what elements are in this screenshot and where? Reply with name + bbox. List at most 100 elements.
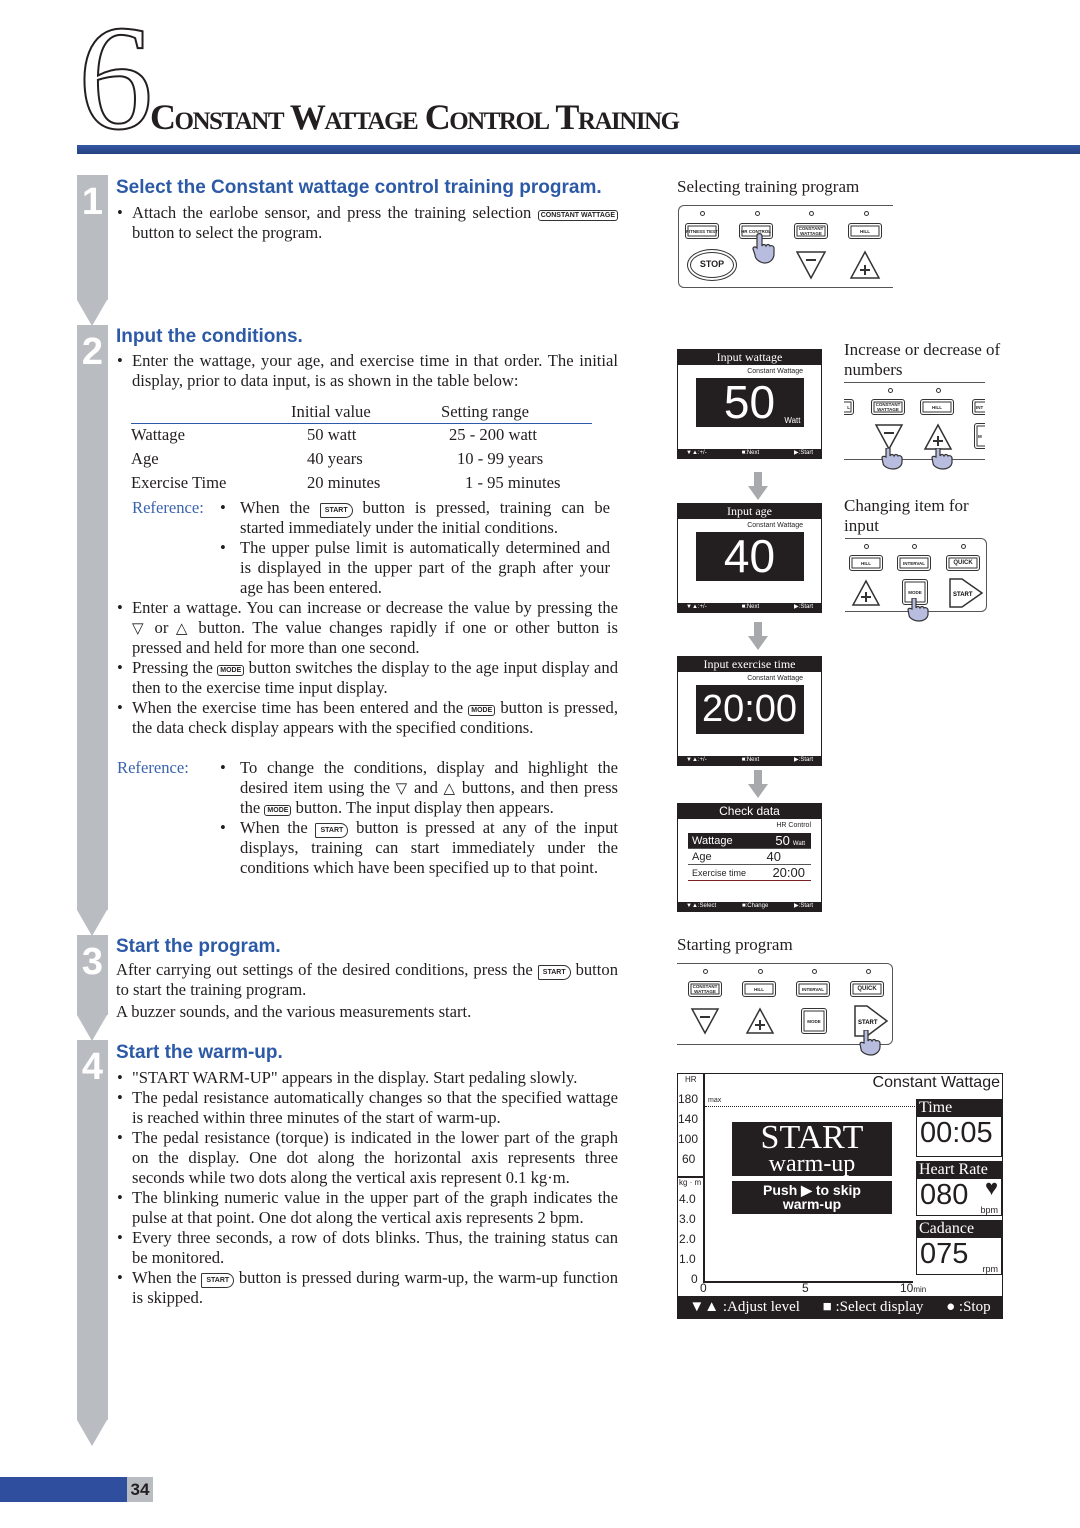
plus-triangle-icon[interactable] <box>923 423 953 451</box>
footer-item: ▼▲:+/- <box>686 450 707 456</box>
hr-axis-ticks: 180 140 100 60 <box>678 1089 698 1169</box>
heart-rate-unit: bpm <box>980 1205 998 1215</box>
tick-label: 100 <box>678 1132 699 1146</box>
table-row: Wattage 50 watt 25 - 200 watt <box>131 423 592 447</box>
bullet-item: Enter a wattage. You can increase or dec… <box>117 598 618 658</box>
step-number: 4 <box>81 1046 104 1088</box>
text: A buzzer sounds, and the various measure… <box>116 1002 472 1021</box>
bullet-item: Pressing the MODE button switches the di… <box>117 658 618 698</box>
plus-triangle-icon[interactable] <box>745 1007 775 1035</box>
text: When the <box>240 818 316 837</box>
stop-button[interactable]: STOP <box>687 249 737 281</box>
screen-title: Check data <box>678 804 821 819</box>
reference-1: When the START button is pressed, traini… <box>220 498 610 598</box>
bullet-item: Enter the wattage, your age, and exercis… <box>117 351 618 391</box>
mode-button[interactable]: MODE <box>801 1008 827 1034</box>
screen-unit: Watt <box>784 416 801 425</box>
console-incdec: L CONSTANT WATTAGE HILL INT M <box>844 382 985 460</box>
bullet-item: To change the conditions, display and hi… <box>220 758 618 818</box>
screen-input-exercise-time: Input exercise time Constant Wattage 20:… <box>677 656 822 766</box>
cadence-box: 075 rpm <box>916 1237 1002 1275</box>
step-1-arrow <box>77 300 107 326</box>
tick-label: 5 <box>802 1281 809 1295</box>
footer-item: ■:Next <box>741 757 760 763</box>
quick-button[interactable]: QUICK <box>850 981 884 997</box>
fitness-test-button[interactable]: FITNESS TEST <box>685 223 719 239</box>
check-row: Wattage 50 Watt <box>688 833 811 849</box>
row-value: 40 <box>766 849 781 864</box>
max-label: max <box>708 1097 722 1104</box>
step-number: 2 <box>81 331 104 373</box>
program-button[interactable]: L <box>844 399 854 415</box>
check-row: Exercise time 20:00 <box>688 865 811 881</box>
footer-item: ● :Stop <box>946 1299 991 1315</box>
constant-wattage-button[interactable]: CONSTANT WATTAGE <box>688 981 722 997</box>
minus-triangle-icon[interactable] <box>874 423 904 451</box>
minus-triangle-icon[interactable] <box>690 1007 720 1035</box>
tick-label: 3.0 <box>679 1212 696 1226</box>
start-button-icon: START <box>201 1273 235 1288</box>
hill-button[interactable]: HILL <box>920 399 954 415</box>
heart-rate-value: 080 <box>920 1179 969 1211</box>
text: The pedal resistance automatically chang… <box>132 1088 618 1127</box>
cell: 1 - 95 minutes <box>465 473 561 492</box>
bullet-item: The pedal resistance (torque) is indicat… <box>117 1128 618 1188</box>
cell: 40 years <box>307 449 363 468</box>
footer-item: ▼▲:+/- <box>686 757 707 763</box>
hand-pointer-icon <box>752 233 775 264</box>
mode-button[interactable]: M <box>974 423 985 449</box>
down-arrow-icon <box>748 770 768 798</box>
console-select: FITNESS TEST HR CONTROL CONSTANT WATTAGE… <box>678 205 893 288</box>
constant-wattage-button[interactable]: CONSTANT WATTAGE <box>871 399 905 415</box>
max-line <box>705 1106 915 1107</box>
hill-button[interactable]: HILL <box>742 981 776 997</box>
row-label: Exercise time <box>692 868 747 878</box>
cell: Wattage <box>131 425 185 445</box>
cadence-label: Cadance <box>916 1220 1002 1237</box>
minus-triangle-icon: ▽ <box>132 621 147 637</box>
plus-triangle-icon[interactable] <box>849 250 881 280</box>
text: The upper pulse limit is automatically d… <box>240 538 610 597</box>
screen-footer: ▼▲:+/- ■:Next ▶:Start <box>678 756 821 765</box>
plus-triangle-icon[interactable] <box>851 579 881 607</box>
start-warmup-box: START warm-up <box>732 1121 892 1176</box>
cell: Age <box>131 449 159 468</box>
tick-label: 60 <box>682 1152 696 1166</box>
table-row: Age 40 years 10 - 99 years <box>131 447 592 471</box>
footer-item: ■:Next <box>741 604 760 610</box>
text: When the <box>132 1268 202 1287</box>
cadence-value: 075 <box>920 1238 969 1270</box>
program-name: Constant Wattage <box>872 1074 1000 1091</box>
cell: 50 watt <box>307 425 357 445</box>
hill-button[interactable]: HILL <box>848 223 882 239</box>
screen-value-box: 50 Watt <box>695 376 804 428</box>
constant-wattage-button[interactable]: CONSTANT WATTAGE <box>794 223 828 239</box>
screen-value: 50 <box>723 376 776 428</box>
interval-button[interactable]: INTERVAL <box>796 981 830 997</box>
hand-pointer-icon <box>859 1030 881 1056</box>
bullet-item: "START WARM-UP" appears in the display. … <box>117 1068 618 1088</box>
interval-button[interactable]: INTERVAL <box>897 555 931 571</box>
text: When the exercise time has been entered … <box>132 698 469 717</box>
text: button to select the program. <box>132 223 323 242</box>
text: button. The value changes rapidly if one… <box>132 618 618 657</box>
minus-triangle-icon[interactable] <box>795 250 827 280</box>
table-row: Exercise Time 20 minutes 1 - 95 minutes <box>131 471 592 495</box>
header-cell: Setting range <box>441 401 530 421</box>
bullet-item: When the START button is pressed at any … <box>220 818 618 878</box>
header-cell: Initial value <box>291 401 371 421</box>
step-number: 1 <box>81 181 104 223</box>
footer-item: ▶:Start <box>794 757 813 763</box>
start-button-icon: START <box>319 503 353 518</box>
text: Enter a wattage. You can increase or dec… <box>132 598 618 617</box>
step-2-arrow <box>77 910 107 936</box>
screen-subtitle: Constant Wattage <box>747 522 803 529</box>
hill-button[interactable]: HILL <box>849 555 883 571</box>
tick-label: 4.0 <box>679 1192 696 1206</box>
check-row: Age 40 <box>688 849 811 865</box>
start-button[interactable]: START <box>948 577 984 609</box>
interval-button[interactable]: INT <box>972 399 985 415</box>
cell: 25 - 200 watt <box>449 425 538 445</box>
screen-check-data: Check data HR Control Wattage 50 Watt Age… <box>677 803 822 912</box>
quick-button[interactable]: QUICK <box>946 555 980 571</box>
